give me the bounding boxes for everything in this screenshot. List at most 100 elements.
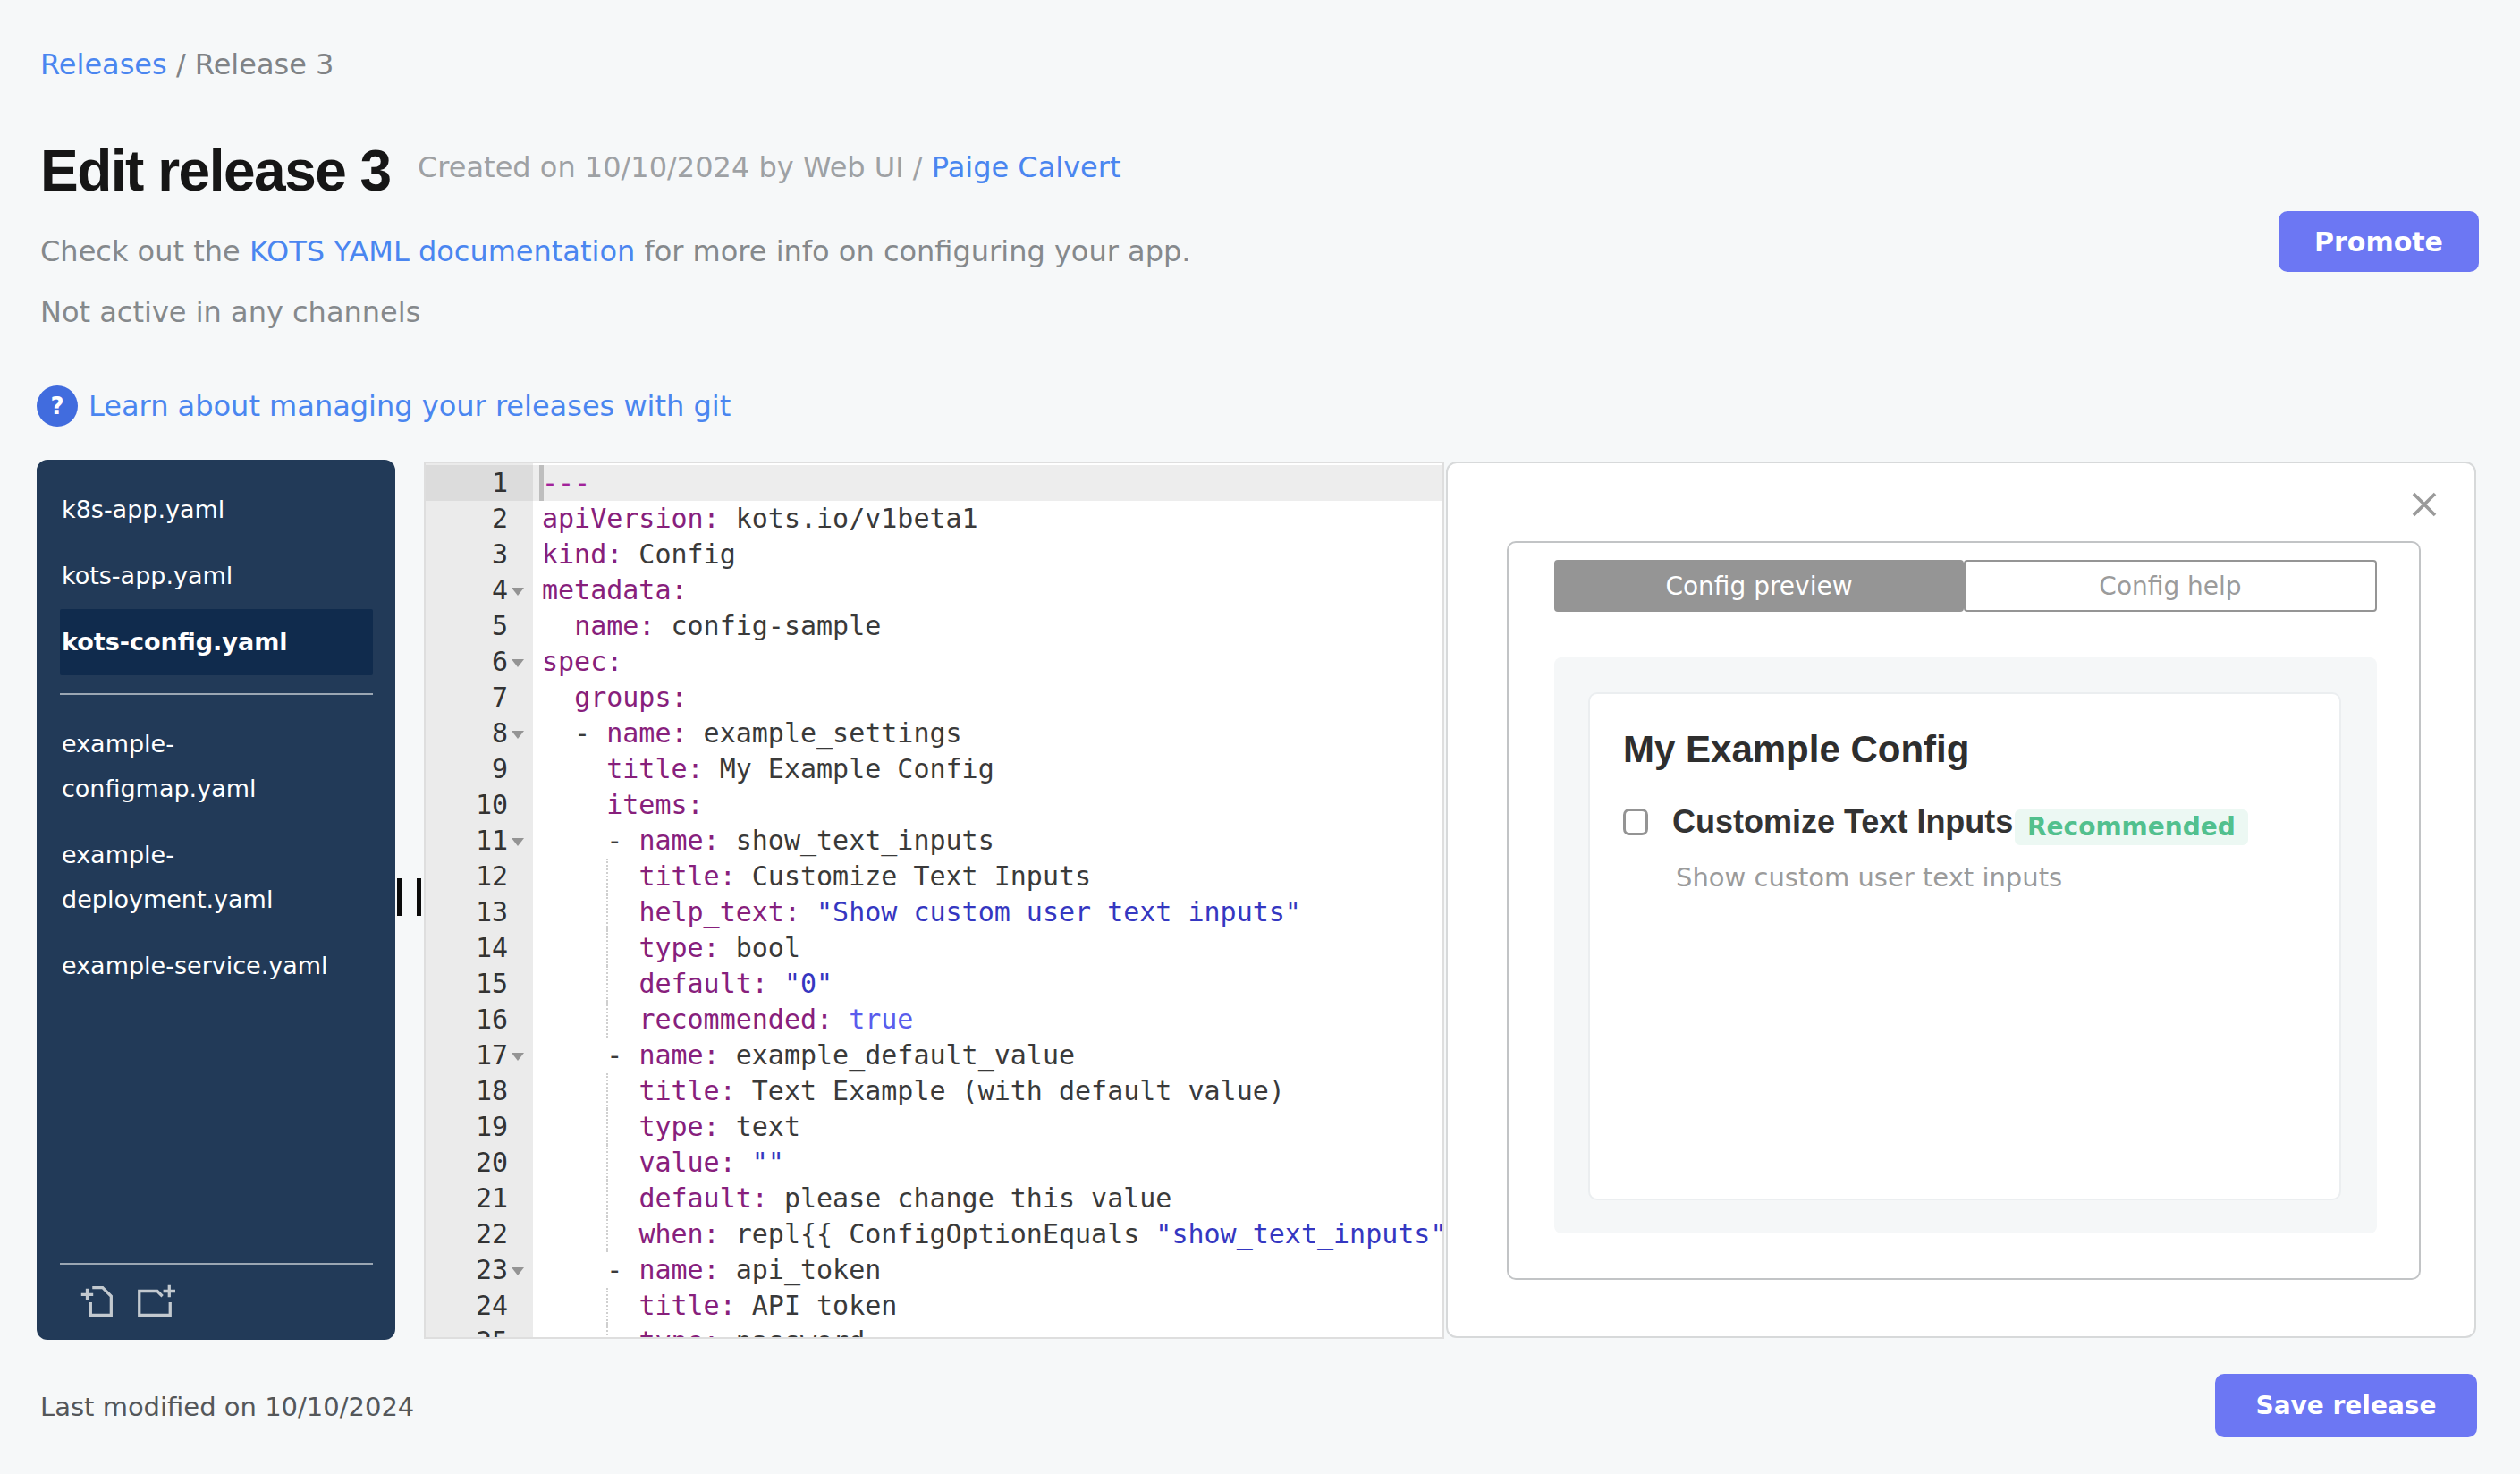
code-text: metadata: bbox=[542, 572, 688, 608]
code-line-8: 8 - name: example_settings bbox=[426, 716, 1442, 751]
sidebar-bottom-divider bbox=[60, 1263, 373, 1265]
close-icon[interactable] bbox=[2410, 490, 2439, 519]
line-number: 20 bbox=[426, 1145, 533, 1181]
code-text: default: "0" bbox=[542, 966, 833, 1002]
code-text: title: API token bbox=[542, 1288, 897, 1324]
code-line-20: 20 value: "" bbox=[426, 1145, 1442, 1181]
config-group-title: My Example Config bbox=[1623, 728, 1969, 771]
line-number: 15 bbox=[426, 966, 533, 1002]
line-number: 19 bbox=[426, 1109, 533, 1145]
promote-button[interactable]: Promote bbox=[2279, 211, 2479, 272]
add-folder-icon[interactable] bbox=[132, 1281, 177, 1322]
sidebar-file-kots-app.yaml[interactable]: kots-app.yaml bbox=[60, 543, 373, 609]
created-author-link[interactable]: Paige Calvert bbox=[932, 150, 1121, 184]
sidebar-file-divider bbox=[60, 693, 373, 695]
config-tabs: Config previewConfig help bbox=[1554, 560, 2377, 612]
fold-arrow-icon[interactable] bbox=[512, 659, 524, 667]
code-line-11: 11 - name: show_text_inputs bbox=[426, 823, 1442, 859]
recommended-badge: Recommended bbox=[2015, 809, 2248, 845]
code-line-17: 17 - name: example_default_value bbox=[426, 1038, 1442, 1073]
breadcrumb: Releases / Release 3 bbox=[40, 47, 334, 81]
code-line-19: 19 type: text bbox=[426, 1109, 1442, 1145]
line-number: 7 bbox=[426, 680, 533, 716]
created-line: Created on 10/10/2024 by Web UI / Paige … bbox=[418, 150, 1121, 184]
code-text: - name: example_settings bbox=[542, 716, 962, 751]
code-text: - name: api_token bbox=[542, 1252, 881, 1288]
code-line-5: 5 name: config-sample bbox=[426, 608, 1442, 644]
code-line-24: 24 title: API token bbox=[426, 1288, 1442, 1324]
line-number: 1 bbox=[426, 465, 533, 501]
code-line-4: 4metadata: bbox=[426, 572, 1442, 608]
code-line-6: 6spec: bbox=[426, 644, 1442, 680]
line-number: 18 bbox=[426, 1073, 533, 1109]
fold-arrow-icon[interactable] bbox=[512, 1267, 524, 1275]
line-number: 3 bbox=[426, 537, 533, 572]
breadcrumb-separator: / bbox=[167, 47, 195, 81]
code-text: - name: example_default_value bbox=[542, 1038, 1075, 1073]
sidebar-actions bbox=[77, 1281, 177, 1322]
sidebar-editor-drag-handle-bar2[interactable] bbox=[417, 878, 421, 916]
file-list: k8s-app.yamlkots-app.yamlkots-config.yam… bbox=[60, 477, 373, 999]
code-line-7: 7 groups: bbox=[426, 680, 1442, 716]
page-title: Edit release 3 bbox=[40, 138, 391, 204]
customize-text-inputs-checkbox[interactable] bbox=[1623, 809, 1648, 835]
code-text: groups: bbox=[542, 680, 688, 716]
fold-arrow-icon[interactable] bbox=[512, 588, 524, 596]
created-text: Created on 10/10/2024 by Web UI / bbox=[418, 150, 932, 184]
code-text: type: text bbox=[542, 1109, 800, 1145]
doc-post: for more info on configuring your app. bbox=[635, 234, 1190, 268]
code-line-14: 14 type: bool bbox=[426, 930, 1442, 966]
config-item-help-text: Show custom user text inputs bbox=[1676, 862, 2062, 893]
line-number: 10 bbox=[426, 787, 533, 823]
config-preview-container: Config previewConfig help My Example Con… bbox=[1507, 541, 2421, 1280]
code-text: - name: show_text_inputs bbox=[542, 823, 994, 859]
git-help-row: ? Learn about managing your releases wit… bbox=[37, 385, 731, 428]
code-text: type: bool bbox=[542, 930, 800, 966]
code-line-2: 2apiVersion: kots.io/v1beta1 bbox=[426, 501, 1442, 537]
line-number: 21 bbox=[426, 1181, 533, 1216]
line-number: 25 bbox=[426, 1324, 533, 1339]
save-release-button[interactable]: Save release bbox=[2215, 1374, 2477, 1437]
sidebar-file-kots-config.yaml[interactable]: kots-config.yaml bbox=[60, 609, 373, 675]
code-text: value: "" bbox=[542, 1145, 784, 1181]
code-line-12: 12 title: Customize Text Inputs bbox=[426, 859, 1442, 894]
code-line-22: 22 when: repl{{ ConfigOptionEquals "show… bbox=[426, 1216, 1442, 1252]
add-file-icon[interactable] bbox=[77, 1281, 118, 1322]
breadcrumb-releases-link[interactable]: Releases bbox=[40, 47, 167, 81]
code-line-18: 18 title: Text Example (with default val… bbox=[426, 1073, 1442, 1109]
code-line-1: 1--- bbox=[426, 465, 1442, 501]
page: Releases / Release 3 Edit release 3 Crea… bbox=[0, 0, 2520, 1474]
sidebar-file-example-deployment.yaml[interactable]: example-deployment.yaml bbox=[60, 822, 373, 933]
tab-config-help[interactable]: Config help bbox=[1964, 560, 2377, 612]
git-releases-link[interactable]: Learn about managing your releases with … bbox=[89, 389, 731, 423]
sidebar-file-k8s-app.yaml[interactable]: k8s-app.yaml bbox=[60, 477, 373, 543]
code-text: recommended: true bbox=[542, 1002, 913, 1038]
config-preview-area: My Example Config Customize Text Inputs … bbox=[1554, 657, 2377, 1233]
fold-arrow-icon[interactable] bbox=[512, 1053, 524, 1061]
code-text: --- bbox=[542, 465, 590, 501]
last-modified-text: Last modified on 10/10/2024 bbox=[40, 1392, 414, 1422]
code-line-16: 16 recommended: true bbox=[426, 1002, 1442, 1038]
line-number: 16 bbox=[426, 1002, 533, 1038]
yaml-editor[interactable]: 1---2apiVersion: kots.io/v1beta13kind: C… bbox=[424, 462, 1444, 1339]
line-number: 24 bbox=[426, 1288, 533, 1324]
code-text: help_text: "Show custom user text inputs… bbox=[542, 894, 1301, 930]
kots-yaml-doc-link[interactable]: KOTS YAML documentation bbox=[249, 234, 635, 268]
line-number: 9 bbox=[426, 751, 533, 787]
question-icon[interactable]: ? bbox=[37, 385, 78, 427]
code-text: title: Customize Text Inputs bbox=[542, 859, 1091, 894]
line-number: 2 bbox=[426, 501, 533, 537]
line-number: 5 bbox=[426, 608, 533, 644]
code-line-23: 23 - name: api_token bbox=[426, 1252, 1442, 1288]
code-line-10: 10 items: bbox=[426, 787, 1442, 823]
code-line-3: 3kind: Config bbox=[426, 537, 1442, 572]
sidebar-editor-drag-handle-bar1[interactable] bbox=[397, 878, 402, 916]
sidebar-file-example-configmap.yaml[interactable]: example-configmap.yaml bbox=[60, 711, 373, 822]
fold-arrow-icon[interactable] bbox=[512, 731, 524, 739]
code-line-15: 15 default: "0" bbox=[426, 966, 1442, 1002]
config-preview-panel: Config previewConfig help My Example Con… bbox=[1446, 462, 2476, 1338]
tab-config-preview[interactable]: Config preview bbox=[1554, 560, 1964, 612]
code-line-9: 9 title: My Example Config bbox=[426, 751, 1442, 787]
sidebar-file-example-service.yaml[interactable]: example-service.yaml bbox=[60, 933, 373, 999]
fold-arrow-icon[interactable] bbox=[512, 838, 524, 846]
